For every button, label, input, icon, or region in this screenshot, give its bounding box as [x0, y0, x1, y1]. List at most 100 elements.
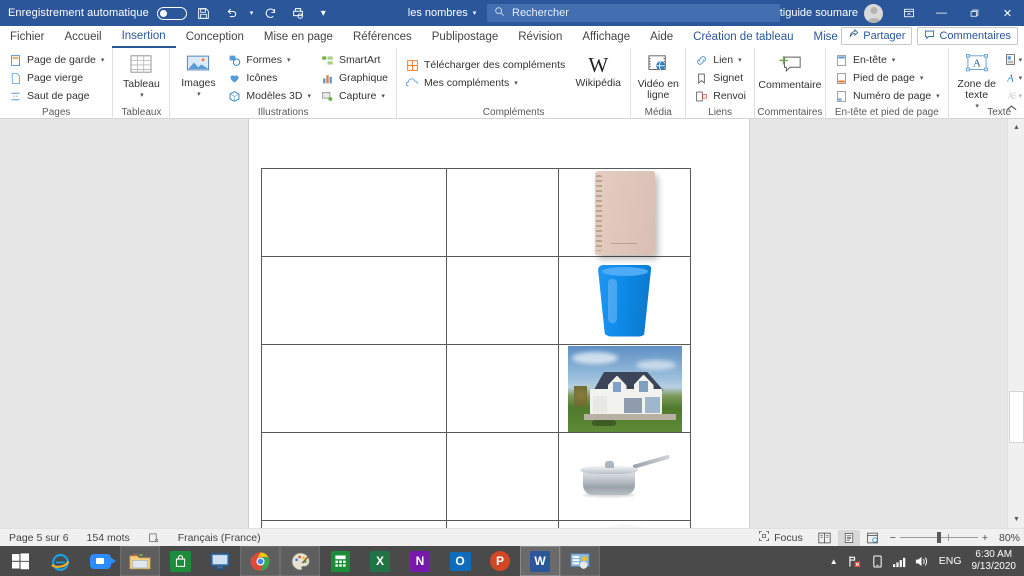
screenshot-chevron-down-icon[interactable]: ▾: [381, 92, 385, 100]
tab-publipostage[interactable]: Publipostage: [422, 27, 509, 48]
chart-button[interactable]: Graphique: [317, 70, 391, 86]
shapes-button[interactable]: Formes ▾: [224, 52, 314, 68]
page-break-button[interactable]: Saut de page: [5, 88, 107, 104]
table-cell-r4c2[interactable]: [446, 432, 560, 521]
microsoft-outlook[interactable]: O: [440, 546, 480, 576]
3d-models-button[interactable]: Modèles 3D ▾: [224, 88, 314, 104]
collapse-ribbon-icon[interactable]: [1006, 104, 1017, 115]
screenshot-button[interactable]: Capture ▾: [317, 88, 391, 104]
table-cell-r3c1[interactable]: [260, 344, 448, 433]
comments-button[interactable]: Commentaires: [917, 27, 1018, 45]
save-icon[interactable]: [193, 2, 215, 24]
document-page[interactable]: [249, 119, 749, 528]
scrollbar-thumb[interactable]: [1009, 391, 1024, 443]
icons-button[interactable]: Icônes: [224, 70, 314, 86]
tab-insertion[interactable]: Insertion: [111, 26, 176, 48]
document-canvas[interactable]: [0, 119, 1024, 528]
avatar[interactable]: [864, 3, 883, 23]
quick-print-icon[interactable]: [287, 2, 309, 24]
zoom-level[interactable]: 80%: [994, 532, 1020, 544]
table-cell-r5c1[interactable]: [260, 520, 448, 528]
show-hidden-icons[interactable]: ▲: [823, 557, 845, 566]
focus-button[interactable]: Focus: [749, 530, 812, 545]
proofing-errors-icon[interactable]: [139, 532, 169, 544]
cover-page-button[interactable]: Page de garde ▾: [5, 52, 107, 68]
start-button[interactable]: [0, 546, 40, 576]
bookmark-button[interactable]: Signet: [691, 70, 749, 86]
table-cell-r1c1[interactable]: [260, 168, 448, 257]
customize-qat-icon[interactable]: ▾: [315, 2, 331, 24]
control-panel[interactable]: [560, 546, 600, 576]
zoom-in-button[interactable]: +: [982, 532, 988, 544]
google-chrome[interactable]: [240, 546, 280, 576]
close-button[interactable]: ✕: [991, 0, 1024, 26]
document-table[interactable]: [260, 168, 691, 528]
link-button[interactable]: Lien ▾: [691, 52, 749, 68]
table-row[interactable]: [260, 256, 691, 345]
title-chevron-down-icon[interactable]: ▾: [473, 9, 477, 17]
shapes-chevron-down-icon[interactable]: ▾: [287, 56, 291, 64]
table-cell-r3c2[interactable]: [446, 344, 560, 433]
table-cell-r1c3[interactable]: [558, 168, 691, 257]
blank-page-button[interactable]: Page vierge: [5, 70, 107, 86]
page-number-button[interactable]: Numéro de page ▾: [831, 88, 943, 104]
online-video-button[interactable]: Vidéo en ligne: [636, 52, 680, 101]
wordart-icon[interactable]: A: [1003, 70, 1018, 85]
my-addins-button[interactable]: Mes compléments ▾: [402, 75, 568, 91]
remote-desktop[interactable]: [200, 546, 240, 576]
microsoft-excel[interactable]: X: [360, 546, 400, 576]
search-box[interactable]: Rechercher: [487, 4, 780, 22]
tab-fichier[interactable]: Fichier: [0, 27, 55, 48]
tab-mise-en-page[interactable]: Mise en page: [254, 27, 343, 48]
autosave-toggle[interactable]: [156, 6, 187, 20]
microsoft-store[interactable]: [160, 546, 200, 576]
language-tray[interactable]: ENG: [933, 555, 968, 567]
new-comment-button[interactable]: Commentaire: [758, 52, 821, 91]
microsoft-onenote[interactable]: N: [400, 546, 440, 576]
table-row[interactable]: [260, 168, 691, 257]
page-number-chevron-down-icon[interactable]: ▾: [936, 92, 940, 100]
vertical-scrollbar[interactable]: ▲ ▼: [1007, 119, 1024, 528]
quick-parts-chevron-down-icon[interactable]: ▾: [1019, 56, 1023, 64]
ribbon-display-options-icon[interactable]: [892, 0, 925, 26]
undo-icon[interactable]: [221, 2, 243, 24]
volume-icon[interactable]: [911, 555, 933, 568]
scroll-down-button[interactable]: ▼: [1008, 511, 1024, 528]
restore-button[interactable]: [958, 0, 991, 26]
tab-creation-de-tableau[interactable]: Création de tableau: [683, 27, 803, 48]
pictures-button[interactable]: Images ▾: [175, 52, 221, 100]
table-cell-r2c1[interactable]: [260, 256, 448, 345]
table-cell-r1c2[interactable]: [446, 168, 560, 257]
link-chevron-down-icon[interactable]: ▾: [738, 56, 742, 64]
house-image[interactable]: [559, 345, 690, 432]
zoom-app[interactable]: [80, 546, 120, 576]
zoom-thumb[interactable]: [936, 532, 941, 543]
notebook-image[interactable]: [559, 169, 690, 256]
table-cell-r5c2[interactable]: [446, 520, 560, 528]
undo-chevron-down-icon[interactable]: ▾: [250, 9, 254, 17]
tab-references[interactable]: Références: [343, 27, 422, 48]
table-button[interactable]: Tableau ▾: [118, 52, 164, 101]
user-name[interactable]: tiguide soumare: [780, 7, 858, 19]
table-row[interactable]: [260, 432, 691, 521]
tab-conception[interactable]: Conception: [176, 27, 254, 48]
word-count[interactable]: 154 mots: [78, 532, 139, 544]
read-mode-icon[interactable]: [814, 530, 836, 546]
header-button[interactable]: En-tête ▾: [831, 52, 943, 68]
clock[interactable]: 6:30 AM 9/13/2020: [968, 549, 1024, 573]
table-row[interactable]: [260, 520, 691, 528]
footer-button[interactable]: Pied de page ▾: [831, 70, 943, 86]
tab-accueil[interactable]: Accueil: [55, 27, 112, 48]
minimize-button[interactable]: —: [925, 0, 958, 26]
network-error-icon[interactable]: [845, 555, 867, 568]
share-button[interactable]: Partager: [841, 27, 913, 45]
table-cell-r5c3[interactable]: [558, 520, 691, 528]
saucepan-image[interactable]: [559, 433, 690, 520]
header-chevron-down-icon[interactable]: ▾: [892, 56, 896, 64]
table-cell-r2c2[interactable]: [446, 256, 560, 345]
zoom-slider[interactable]: − +: [886, 532, 992, 544]
microsoft-powerpoint[interactable]: P: [480, 546, 520, 576]
scroll-up-button[interactable]: ▲: [1008, 119, 1024, 136]
table-cell-r4c1[interactable]: [260, 432, 448, 521]
file-explorer[interactable]: [120, 546, 160, 576]
